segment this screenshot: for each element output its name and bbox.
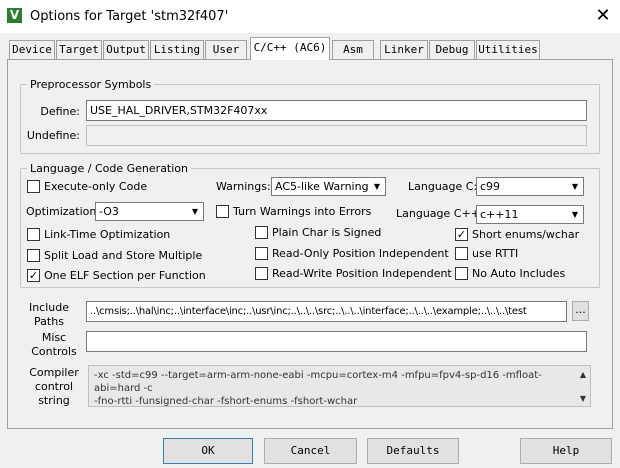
scroll-down-icon[interactable]: ▼ [580, 394, 586, 403]
one-elf-label: One ELF Section per Function [44, 269, 206, 282]
close-icon[interactable]: ✕ [590, 4, 616, 28]
ok-button[interactable]: OK [163, 438, 253, 464]
tab-listing[interactable]: Listing [150, 40, 204, 59]
execute-only-label: Execute-only Code [44, 180, 148, 193]
chevron-down-icon: ▼ [369, 178, 385, 195]
warnings-value: AC5-like Warnings [275, 180, 375, 193]
language-cpp-value: c++11 [480, 208, 519, 221]
undefine-label: Undefine: [26, 129, 80, 142]
language-title: Language / Code Generation [27, 162, 192, 175]
cancel-button[interactable]: Cancel [264, 438, 357, 464]
ropi-checkbox[interactable] [255, 247, 268, 260]
include-browse-button[interactable]: ... [572, 301, 589, 321]
include-label-line1: Include [28, 301, 70, 314]
defaults-button[interactable]: Defaults [367, 438, 459, 464]
define-label: Define: [40, 105, 80, 118]
one-elf-checkbox[interactable]: ✓ [27, 269, 40, 282]
language-cpp-select[interactable]: c++11 ▼ [476, 205, 584, 224]
misc-label-line1: Misc [41, 331, 67, 344]
warnings-select[interactable]: AC5-like Warnings ▼ [271, 177, 386, 196]
include-paths-input[interactable]: ..\cmsis;..\hal\inc;..\interface\inc;..\… [86, 301, 567, 322]
warnings-label: Warnings: [216, 180, 271, 193]
tab-user[interactable]: User [205, 40, 247, 59]
optimization-select[interactable]: -O3 ▼ [95, 202, 204, 221]
compiler-control-label: Compiler control string [24, 366, 84, 408]
tab-cpp[interactable]: C/C++ (AC6) [250, 37, 330, 60]
language-c-value: c99 [480, 180, 501, 193]
compiler-label-line3: string [38, 394, 70, 407]
scroll-up-icon[interactable]: ▲ [580, 370, 586, 379]
plain-char-checkbox[interactable] [255, 226, 268, 239]
execute-only-checkbox[interactable] [27, 180, 40, 193]
app-icon: V [7, 8, 22, 23]
short-enums-label: Short enums/wchar [472, 228, 580, 241]
language-c-label: Language C: [408, 180, 478, 193]
language-c-select[interactable]: c99 ▼ [476, 177, 584, 196]
misc-controls-input[interactable] [86, 331, 587, 352]
define-input[interactable]: USE_HAL_DRIVER,STM32F407xx [86, 100, 587, 121]
tab-target[interactable]: Target [56, 40, 102, 59]
no-auto-includes-checkbox[interactable] [455, 267, 468, 280]
ropi-label: Read-Only Position Independent [272, 247, 449, 260]
tab-utilities[interactable]: Utilities [476, 40, 540, 59]
compiler-control-textarea[interactable]: -xc -std=c99 --target=arm-arm-none-eabi … [88, 365, 591, 407]
include-label-line2: Paths [34, 315, 64, 328]
misc-label-line2: Controls [31, 345, 77, 358]
chevron-down-icon: ▼ [567, 206, 583, 223]
compiler-label-line1: Compiler [29, 366, 79, 379]
rwpi-label: Read-Write Position Independent [272, 267, 452, 280]
chevron-down-icon: ▼ [567, 178, 583, 195]
tab-asm[interactable]: Asm [332, 40, 374, 59]
use-rtti-label: use RTTI [472, 247, 519, 260]
compiler-label-line2: control [34, 380, 74, 393]
split-load-checkbox[interactable] [27, 249, 40, 262]
use-rtti-checkbox[interactable] [455, 247, 468, 260]
misc-controls-label: Misc Controls [24, 331, 84, 359]
tab-device[interactable]: Device [9, 40, 55, 59]
optimization-value: -O3 [99, 205, 119, 218]
title-bar: V Options for Target 'stm32f407' ✕ [0, 0, 620, 33]
turn-warnings-checkbox[interactable] [216, 205, 229, 218]
tab-output[interactable]: Output [103, 40, 149, 59]
short-enums-checkbox[interactable]: ✓ [455, 228, 468, 241]
language-cpp-label: Language C++: [396, 207, 484, 220]
chevron-down-icon: ▼ [187, 203, 203, 220]
optimization-label: Optimization: [26, 205, 101, 218]
tab-debug[interactable]: Debug [429, 40, 475, 59]
ltcg-label: Link-Time Optimization [44, 228, 171, 241]
tab-linker[interactable]: Linker [380, 40, 428, 59]
undefine-input[interactable] [86, 125, 587, 146]
rwpi-checkbox[interactable] [255, 267, 268, 280]
preprocessor-title: Preprocessor Symbols [27, 78, 155, 91]
compiler-control-value: -xc -std=c99 --target=arm-arm-none-eabi … [94, 370, 542, 407]
no-auto-includes-label: No Auto Includes [472, 267, 566, 280]
plain-char-label: Plain Char is Signed [272, 226, 382, 239]
split-load-label: Split Load and Store Multiple [44, 249, 203, 262]
help-button[interactable]: Help [520, 438, 612, 464]
ltcg-checkbox[interactable] [27, 228, 40, 241]
turn-warnings-label: Turn Warnings into Errors [233, 205, 372, 218]
window-title: Options for Target 'stm32f407' [30, 9, 229, 24]
include-paths-label: Include Paths [24, 301, 74, 329]
